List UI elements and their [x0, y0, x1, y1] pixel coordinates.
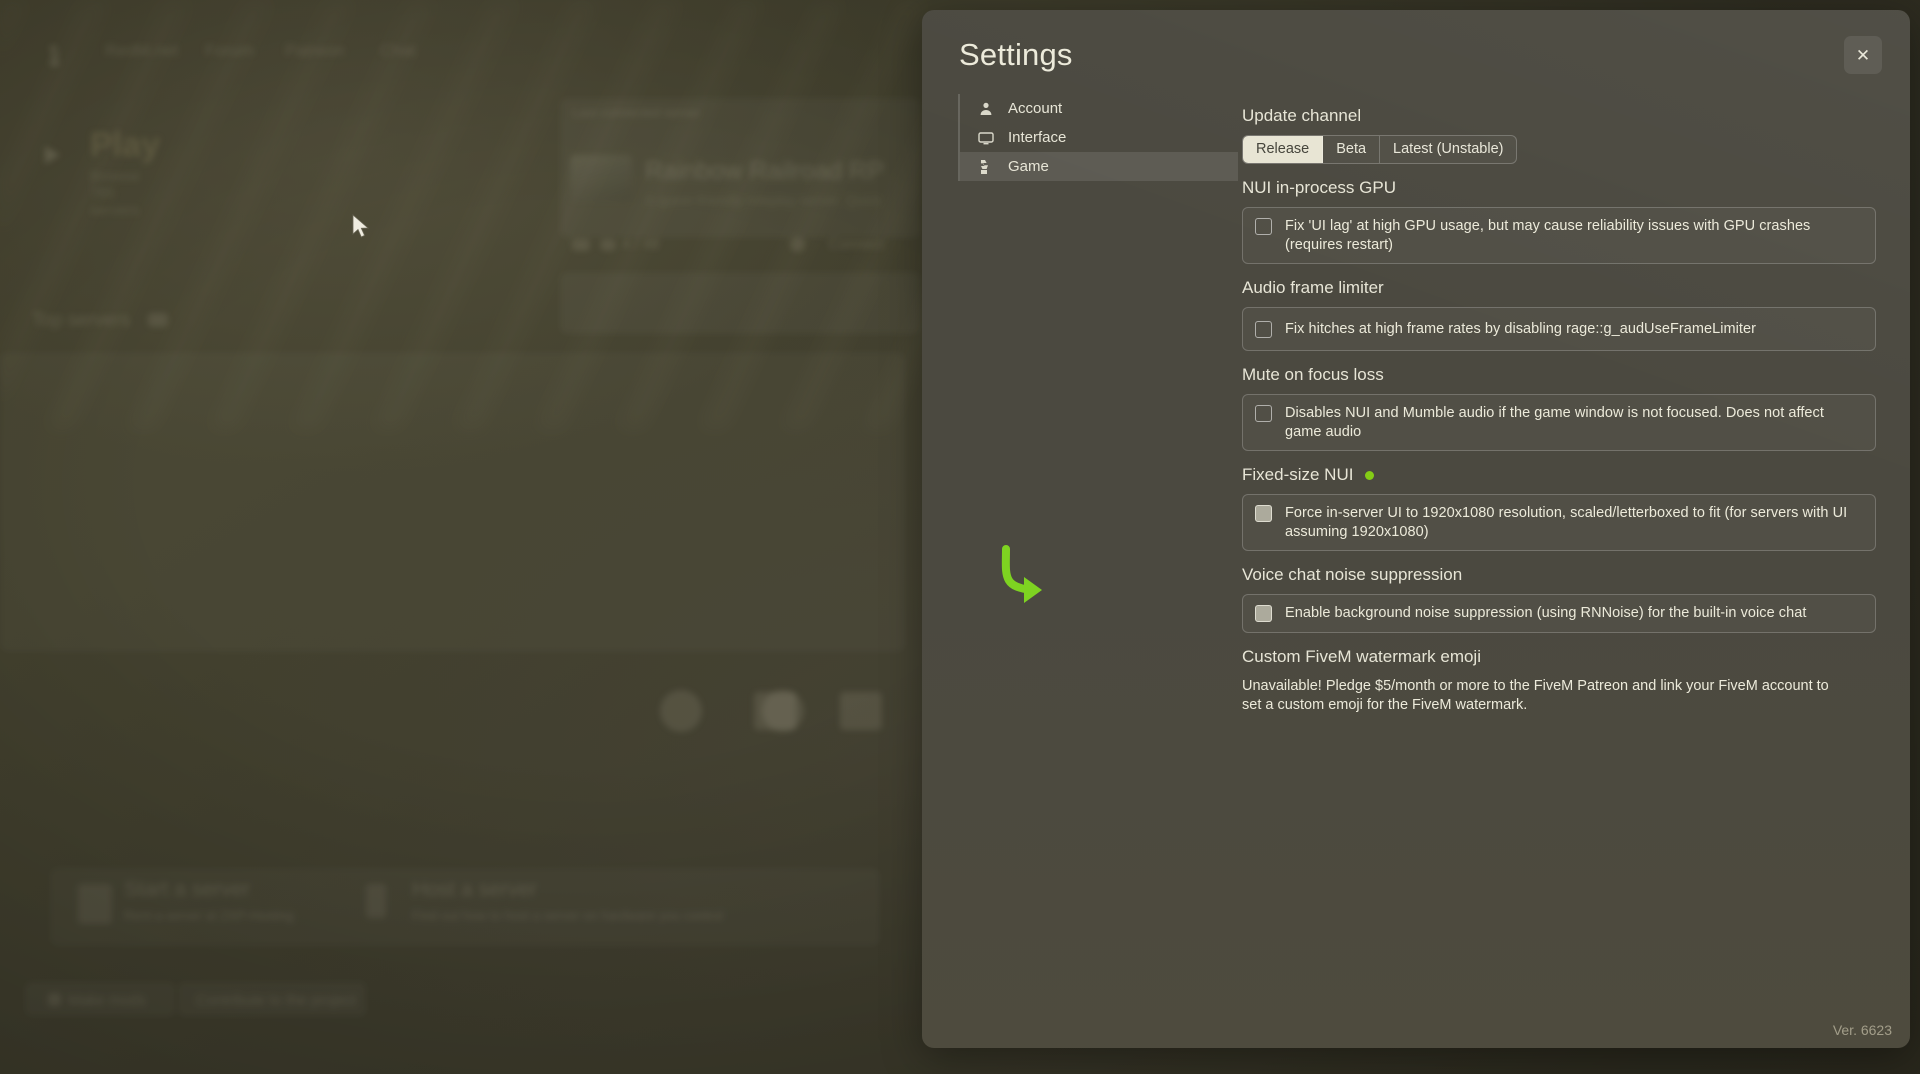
segment-latest-unstable[interactable]: Latest (Unstable): [1380, 136, 1516, 163]
section-title-text: Audio frame limiter: [1242, 278, 1384, 298]
segment-release[interactable]: Release: [1243, 136, 1324, 163]
watermark-emoji-note: Unavailable! Pledge $5/month or more to …: [1242, 677, 1829, 713]
section-title-text: Fixed-size NUI: [1242, 465, 1354, 485]
update-channel-segmented-control[interactable]: Release Beta Latest (Unstable): [1242, 135, 1518, 164]
audio-frame-limiter-label: Fix hitches at high frame rates by disab…: [1285, 320, 1756, 337]
section-title: Audio frame limiter: [1242, 278, 1876, 298]
section-title: Voice chat noise suppression: [1242, 565, 1876, 585]
section-title-text: Custom FiveM watermark emoji: [1242, 646, 1481, 666]
sidebar-item-label: Interface: [1008, 129, 1067, 146]
close-icon[interactable]: ✕: [1844, 36, 1882, 74]
sidebar-item-account[interactable]: Account: [960, 94, 1238, 123]
screen: RedM.net Forum Patreon Chat Play Browse …: [0, 0, 1920, 1074]
sidebar-item-label: Account: [1008, 100, 1063, 117]
section-nui-gpu: NUI in-process GPU Fix 'UI lag' at high …: [1242, 178, 1876, 265]
page-title: Settings: [959, 37, 1073, 72]
game-controller-icon: [981, 159, 988, 174]
section-title: Custom FiveM watermark emoji: [1242, 647, 1876, 667]
sidebar-item-label: Game: [1008, 158, 1049, 175]
section-update-channel: Update channel Release Beta Latest (Unst…: [1242, 106, 1876, 164]
section-audio-frame-limiter: Audio frame limiter Fix hitches at high …: [1242, 278, 1876, 352]
fixed-size-nui-option-row[interactable]: Force in-server UI to 1920x1080 resoluti…: [1242, 494, 1876, 552]
voice-noise-suppression-label: Enable background noise suppression (usi…: [1285, 605, 1807, 622]
settings-content: Update channel Release Beta Latest (Unst…: [1242, 92, 1876, 720]
modified-indicator-dot: [1365, 470, 1375, 480]
settings-sidebar: Account Interface Game: [958, 94, 1238, 181]
section-fixed-size-nui: Fixed-size NUI Force in-server UI to 192…: [1242, 465, 1876, 552]
fixed-size-nui-label: Force in-server UI to 1920x1080 resoluti…: [1285, 505, 1848, 540]
audio-frame-limiter-option-row[interactable]: Fix hitches at high frame rates by disab…: [1242, 307, 1876, 352]
settings-dialog: Settings ✕ Account Interface Game Update…: [922, 10, 1910, 1048]
voice-noise-suppression-option-row[interactable]: Enable background noise suppression (usi…: [1242, 594, 1876, 633]
section-title: Fixed-size NUI: [1242, 465, 1876, 485]
mute-on-focus-loss-label: Disables NUI and Mumble audio if the gam…: [1285, 405, 1824, 440]
mute-on-focus-loss-option-row[interactable]: Disables NUI and Mumble audio if the gam…: [1242, 394, 1876, 452]
section-mute-on-focus-loss: Mute on focus loss Disables NUI and Mumb…: [1242, 365, 1876, 452]
voice-noise-suppression-checkbox[interactable]: [1255, 605, 1272, 623]
section-title-text: Voice chat noise suppression: [1242, 565, 1463, 585]
version-label: Ver. 6623: [1832, 1022, 1892, 1038]
sidebar-item-game[interactable]: Game: [960, 152, 1238, 181]
section-title-text: NUI in-process GPU: [1242, 178, 1396, 197]
section-title: Mute on focus loss: [1242, 365, 1876, 385]
curved-arrow-annotation: [1001, 545, 1042, 603]
fixed-size-nui-checkbox[interactable]: [1255, 505, 1272, 523]
section-watermark-emoji: Custom FiveM watermark emoji Unavailable…: [1242, 647, 1876, 715]
monitor-icon: [978, 131, 994, 144]
section-title: NUI in-process GPU: [1242, 178, 1876, 198]
nui-gpu-option-row[interactable]: Fix 'UI lag' at high GPU usage, but may …: [1242, 207, 1876, 265]
section-title: Update channel: [1242, 106, 1876, 126]
mute-on-focus-loss-checkbox[interactable]: [1255, 405, 1272, 423]
section-voice-noise-suppression: Voice chat noise suppression Enable back…: [1242, 565, 1876, 633]
sidebar-item-interface[interactable]: Interface: [960, 123, 1238, 152]
section-title-text: Update channel: [1242, 106, 1362, 125]
audio-frame-limiter-checkbox[interactable]: [1255, 321, 1272, 339]
mouse-pointer-icon: [352, 214, 370, 238]
person-icon: [980, 102, 992, 115]
nui-gpu-label: Fix 'UI lag' at high GPU usage, but may …: [1285, 218, 1811, 253]
nui-gpu-checkbox[interactable]: [1255, 218, 1272, 235]
segment-beta[interactable]: Beta: [1323, 136, 1381, 163]
section-title-text: Mute on focus loss: [1242, 365, 1384, 385]
